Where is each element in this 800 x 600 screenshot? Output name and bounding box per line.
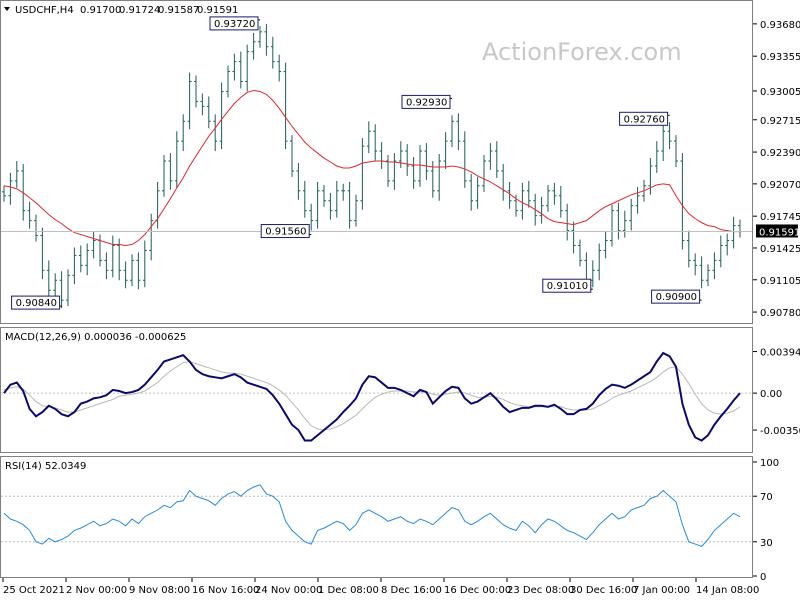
swing-annotation: 0.92760 bbox=[619, 111, 670, 126]
price-tick-label: 0.93680 bbox=[760, 20, 800, 31]
rsi-panel-frame bbox=[0, 456, 753, 578]
time-tick-label: 7 Jan 00:00 bbox=[633, 585, 690, 596]
macd-tick-label: -0.003506 bbox=[760, 426, 800, 437]
time-tick-label: 30 Dec 16:00 bbox=[570, 585, 637, 596]
annotation-label: 0.90900 bbox=[656, 292, 697, 303]
price-tick-label: 0.92390 bbox=[760, 148, 800, 159]
current-price-tag: 0.91591 bbox=[756, 224, 800, 238]
price-tick-label: 0.92070 bbox=[760, 180, 800, 191]
price-tick-label: 0.93355 bbox=[760, 52, 800, 63]
open-value: 0.91700 bbox=[80, 5, 121, 16]
price-tick-label: 0.90780 bbox=[760, 308, 800, 319]
price-tick-label: 0.91105 bbox=[760, 276, 800, 287]
watermark: ActionForex.com bbox=[482, 38, 682, 66]
rsi-tick-label: 70 bbox=[760, 492, 773, 503]
annotation-label: 0.92760 bbox=[624, 114, 665, 125]
high-value: 0.91724 bbox=[119, 5, 160, 16]
swing-annotation: 0.90840 bbox=[11, 295, 62, 310]
price-tick-label: 0.91425 bbox=[760, 244, 800, 255]
macd-tick-label: 0.003944 bbox=[760, 348, 800, 359]
annotation-label: 0.93720 bbox=[214, 19, 255, 30]
time-tick-label: 24 Nov 00:00 bbox=[255, 585, 322, 596]
time-tick-label: 23 Dec 08:00 bbox=[507, 585, 574, 596]
time-tick-label: 2 Nov 00:00 bbox=[66, 585, 127, 596]
macd-tick-label: 0.00 bbox=[760, 389, 782, 400]
price-tick-label: 0.92715 bbox=[760, 116, 800, 127]
price-tick-label: 0.93005 bbox=[760, 87, 800, 98]
price-axis: 0.93680 0.93355 0.93005 0.92715 0.92390 0.920… bbox=[753, 20, 800, 319]
price-chart: ActionForex.com USDCHF,H4 0.91700 0.9172… bbox=[0, 0, 800, 596]
annotation-label: 0.92930 bbox=[406, 97, 447, 108]
current-price-text: 0.91591 bbox=[759, 227, 800, 238]
time-tick-label: 1 Dec 08:00 bbox=[318, 585, 379, 596]
swing-annotation: 0.92930 bbox=[401, 94, 452, 109]
time-tick-label: 16 Dec 00:00 bbox=[444, 585, 511, 596]
low-value: 0.91587 bbox=[158, 5, 199, 16]
time-tick-label: 8 Dec 16:00 bbox=[381, 585, 442, 596]
price-tick-label: 0.91745 bbox=[760, 212, 800, 223]
rsi-label: RSI(14) 52.0349 bbox=[5, 461, 86, 472]
time-tick-label: 25 Oct 2021 bbox=[3, 585, 65, 596]
swing-annotation: 0.91010 bbox=[542, 278, 593, 293]
rsi-tick-label: 30 bbox=[760, 538, 773, 549]
swing-annotation: 0.93720 bbox=[209, 16, 260, 31]
time-tick-label: 16 Nov 16:00 bbox=[192, 585, 259, 596]
macd-label: MACD(12,26,9) 0.000036 -0.000625 bbox=[5, 332, 186, 343]
time-tick-label: 14 Jan 08:00 bbox=[696, 585, 759, 596]
rsi-tick-label: 100 bbox=[760, 458, 779, 469]
swing-annotation: 0.91560 bbox=[260, 224, 312, 239]
annotation-label: 0.91560 bbox=[265, 227, 306, 238]
annotation-label: 0.91010 bbox=[547, 281, 588, 292]
price-header: USDCHF,H4 0.91700 0.91724 0.91587 0.9159… bbox=[4, 5, 238, 16]
time-tick-label: 9 Nov 08:00 bbox=[129, 585, 190, 596]
time-axis: 25 Oct 2021 2 Nov 00:00 9 Nov 08:00 16 Nov … bbox=[2, 578, 759, 596]
swing-annotation: 0.90900 bbox=[651, 289, 702, 304]
close-value: 0.91591 bbox=[197, 5, 238, 16]
annotation-label: 0.90840 bbox=[16, 298, 57, 309]
symbol-label: USDCHF,H4 bbox=[15, 5, 74, 16]
rsi-tick-label: 0 bbox=[760, 572, 766, 583]
